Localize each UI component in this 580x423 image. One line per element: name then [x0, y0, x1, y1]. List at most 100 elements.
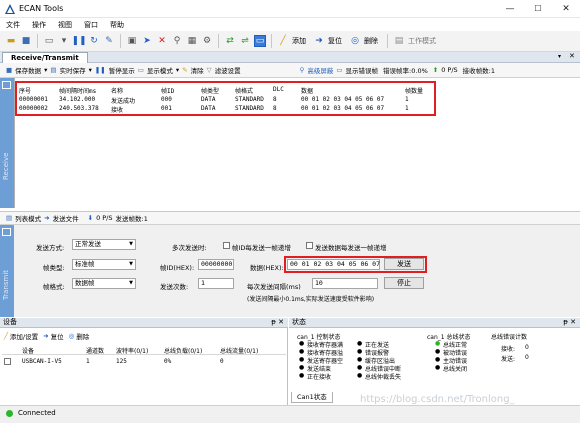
- show-error-frames-button[interactable]: 显示错误帧: [346, 65, 379, 75]
- cell-type: DATA: [201, 105, 216, 112]
- active-view-icon[interactable]: ▭: [254, 35, 266, 47]
- id-increment-checkbox[interactable]: [223, 242, 230, 249]
- device-checkbox[interactable]: [4, 358, 11, 365]
- close-button[interactable]: ✕: [552, 0, 580, 18]
- filter-icon[interactable]: ⚲: [171, 35, 183, 47]
- menu-help[interactable]: 帮助: [110, 20, 124, 30]
- tab-close-icon[interactable]: ✕: [569, 52, 575, 60]
- advanced-filter-button[interactable]: 高级屏蔽: [307, 65, 333, 75]
- column-header[interactable]: 帧类型: [201, 86, 219, 95]
- data-increment-checkbox[interactable]: [306, 242, 313, 249]
- cell-format: STANDARD: [235, 96, 264, 103]
- reset-icon: ➜: [43, 331, 49, 340]
- menu-operate[interactable]: 操作: [32, 20, 46, 30]
- add-settings-button[interactable]: 添加/设置: [10, 331, 38, 341]
- table-row[interactable]: 00000002 240.503.378 接收 001 DATA STANDAR…: [19, 105, 439, 114]
- column-header[interactable]: 帧ID: [161, 86, 174, 95]
- column-header[interactable]: 帧间隔时间ms: [59, 86, 96, 95]
- panel-pin-close-icon[interactable]: ᵽ ✕: [563, 318, 576, 327]
- pointer-icon[interactable]: ➤: [141, 35, 153, 47]
- work-mode-icon[interactable]: ▤: [393, 35, 405, 47]
- tab-menu-icon[interactable]: ▾: [558, 53, 561, 60]
- transfer-icon[interactable]: ⇌: [239, 35, 251, 47]
- menu-window[interactable]: 窗口: [84, 20, 98, 30]
- column-header[interactable]: DLC: [273, 86, 284, 93]
- device-name: USBCAN-I-V5: [22, 358, 62, 365]
- frame-type-select[interactable]: 标准帧 ▼: [72, 259, 136, 270]
- add-icon[interactable]: ╱: [277, 35, 289, 47]
- status-dot-icon: ●: [357, 340, 363, 347]
- pause-icon[interactable]: ❚❚: [71, 35, 86, 47]
- delete-icon[interactable]: ✕: [156, 35, 168, 47]
- filter-settings-button[interactable]: 滤波设置: [215, 65, 241, 75]
- column-header[interactable]: 序号: [19, 86, 31, 95]
- send-file-button[interactable]: 发送文件: [53, 213, 79, 223]
- open-icon[interactable]: ▬: [5, 35, 17, 47]
- receive-table[interactable]: 序号 帧间隔时间ms 名称 帧ID 帧类型 帧格式 DLC 数据 帧数量 000…: [14, 78, 580, 208]
- add-button[interactable]: 添加: [292, 36, 306, 46]
- connect-icon[interactable]: ⇄: [224, 35, 236, 47]
- device-delete-button[interactable]: 删除: [76, 331, 89, 341]
- pause-display-button[interactable]: 暂停显示: [109, 65, 135, 75]
- data-input[interactable]: 00 01 02 03 04 05 06 07: [287, 259, 380, 270]
- tab-receive-transmit[interactable]: Receive/Transmit: [2, 52, 88, 63]
- table-row[interactable]: USBCAN-I-V5 1 125 0% 0: [2, 356, 286, 366]
- status-dot-icon: ●: [299, 356, 305, 363]
- column-header[interactable]: 总线流量(0/1): [220, 346, 258, 355]
- stop-button[interactable]: 停止: [384, 277, 424, 289]
- interval-input[interactable]: 10: [312, 278, 378, 289]
- work-mode-button[interactable]: 工作模式: [408, 36, 436, 46]
- watermark: https://blog.csdn.net/Tronlong_: [360, 394, 515, 405]
- status-bar: Connected: [0, 405, 580, 423]
- menu-view[interactable]: 视图: [58, 20, 72, 30]
- list-mode-button[interactable]: 列表模式: [15, 213, 41, 223]
- pen-icon[interactable]: ✎: [103, 35, 115, 47]
- save-data-button[interactable]: 保存数据: [15, 65, 41, 75]
- receive-rate-text: 0 P/S: [441, 66, 458, 74]
- tab-can1-status[interactable]: Can1状态: [291, 392, 333, 403]
- frame-format-select[interactable]: 数据帧 ▼: [72, 278, 136, 289]
- error-rate-text: 错误帧率:0.0%: [383, 67, 428, 75]
- column-header[interactable]: 通道数: [86, 346, 104, 355]
- remove-icon[interactable]: ◎: [349, 35, 361, 47]
- column-header[interactable]: 数据: [301, 86, 313, 95]
- device-icon[interactable]: ▭: [43, 35, 55, 47]
- column-header[interactable]: 总线负载(0/1): [164, 346, 202, 355]
- error-count-title: 总线错误计数: [491, 334, 528, 341]
- reset-button[interactable]: 复位: [328, 36, 342, 46]
- column-header[interactable]: 名称: [111, 86, 123, 95]
- column-header[interactable]: 帧数量: [405, 86, 423, 95]
- column-header[interactable]: 设备: [22, 346, 34, 355]
- clear-button[interactable]: 清除: [191, 65, 204, 75]
- menu-file[interactable]: 文件: [6, 20, 20, 30]
- recv-error-label: 接收:: [501, 346, 516, 353]
- table-row[interactable]: 00000001 34.102.000 发送成功 000 DATA STANDA…: [19, 96, 439, 105]
- device-reset-button[interactable]: 复位: [51, 331, 64, 341]
- reset-icon[interactable]: ➜: [313, 35, 325, 47]
- send-mode-select[interactable]: 正常发送 ▼: [72, 239, 136, 250]
- multi-send-label: 多次发送时:: [172, 244, 207, 252]
- frame-id-input[interactable]: 00000000: [198, 259, 234, 270]
- send-button[interactable]: 发送: [384, 258, 424, 270]
- minimize-button[interactable]: —: [496, 0, 524, 18]
- dropdown-icon[interactable]: ▾: [44, 66, 47, 74]
- send-times-input[interactable]: 1: [198, 278, 234, 289]
- realtime-save-button[interactable]: 实时保存: [60, 65, 86, 75]
- panel-pin-close-icon[interactable]: ᵽ ✕: [271, 318, 284, 327]
- refresh-icon[interactable]: ↻: [88, 35, 100, 47]
- column-header[interactable]: 帧格式: [235, 86, 253, 95]
- maximize-button[interactable]: ☐: [524, 0, 552, 18]
- tools-icon[interactable]: ⚙: [201, 35, 213, 47]
- display-mode-button[interactable]: 显示模式: [147, 65, 173, 75]
- delete-button[interactable]: 删除: [364, 36, 378, 46]
- dropdown-icon[interactable]: ▾: [89, 66, 92, 74]
- column-header[interactable]: 波特率(0/1): [116, 346, 148, 355]
- layout-icon[interactable]: ▦: [186, 35, 198, 47]
- document-tab-bar: Receive/Transmit ▾ ✕: [0, 52, 580, 63]
- cell-format: STANDARD: [235, 105, 264, 112]
- save-icon[interactable]: ■: [20, 35, 32, 47]
- dropdown-icon[interactable]: ▾: [176, 66, 179, 74]
- device-menu-icon[interactable]: ▾: [58, 35, 70, 47]
- window-icon[interactable]: ▣: [126, 35, 138, 47]
- control-status-item: 正在接收: [307, 374, 332, 381]
